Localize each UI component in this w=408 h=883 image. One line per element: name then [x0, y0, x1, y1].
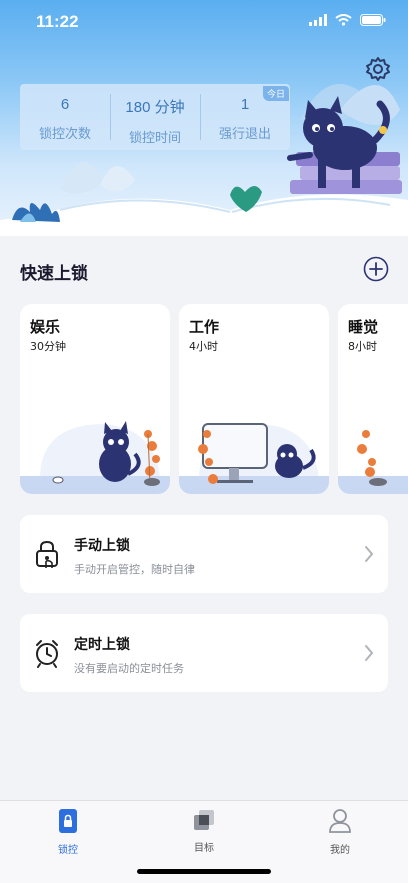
chevron-right-icon	[365, 645, 374, 661]
today-badge: 今日	[263, 86, 290, 101]
timed-lock-subtitle: 没有要启动的定时任务	[74, 662, 184, 675]
stat-label: 锁控时间	[128, 131, 181, 146]
quick-card-entertainment[interactable]: 娱乐 30分钟	[20, 304, 170, 494]
tab-profile[interactable]: 我的	[300, 809, 380, 856]
stat-label: 锁控次数	[38, 127, 91, 142]
card-duration: 30分钟	[30, 340, 66, 353]
card-title: 工作	[189, 318, 220, 336]
cat-work-illustration	[179, 423, 329, 494]
battery-icon	[360, 14, 386, 26]
header-banner: 11:22 6 锁控次数 180 分钟 锁控时间 1 强行退出 今日	[0, 0, 408, 236]
user-icon	[329, 809, 351, 833]
settings-gear-icon[interactable]	[364, 55, 392, 83]
padlock-hand-icon	[36, 540, 58, 568]
stat-lock-time: 180 分钟 锁控时间	[110, 84, 200, 150]
stat-value: 180 分钟	[125, 99, 185, 116]
tab-label: 锁控	[58, 845, 78, 856]
quick-card-work[interactable]: 工作 4小时	[179, 304, 329, 494]
stat-lock-count: 6 锁控次数	[20, 84, 110, 150]
wifi-icon	[335, 14, 352, 26]
status-time: 11:22	[36, 12, 79, 31]
tab-label: 目标	[194, 843, 214, 854]
stat-value: 6	[60, 96, 70, 113]
add-circle-icon[interactable]	[363, 256, 389, 282]
card-title: 娱乐	[30, 318, 61, 336]
lock-phone-icon	[59, 809, 77, 833]
signal-icon	[309, 14, 327, 26]
cat-play-illustration	[20, 421, 170, 494]
quick-card-sleep[interactable]: 睡觉 8小时	[338, 304, 408, 494]
sleep-illustration	[338, 430, 408, 494]
card-duration: 8小时	[348, 340, 377, 353]
timed-lock-title: 定时上锁	[74, 637, 130, 653]
alarm-clock-icon	[36, 640, 58, 668]
quick-lock-title: 快速上锁	[20, 264, 88, 284]
target-icon	[194, 810, 214, 830]
manual-lock-subtitle: 手动开启管控，随时自律	[74, 563, 195, 576]
tab-lock[interactable]: 锁控	[28, 809, 108, 856]
manual-lock-row[interactable]: 手动上锁 手动开启管控，随时自律	[20, 515, 388, 593]
home-indicator	[137, 869, 271, 874]
stat-label: 强行退出	[218, 127, 271, 142]
card-duration: 4小时	[189, 340, 218, 353]
manual-lock-title: 手动上锁	[74, 538, 130, 554]
tab-label: 我的	[330, 845, 350, 856]
card-title: 睡觉	[348, 318, 379, 336]
timed-lock-row[interactable]: 定时上锁 没有要启动的定时任务	[20, 614, 388, 692]
tab-target[interactable]: 目标	[164, 809, 244, 854]
chevron-right-icon	[365, 546, 374, 562]
stats-panel: 6 锁控次数 180 分钟 锁控时间 1 强行退出	[20, 84, 290, 150]
status-bar: 11:22	[0, 0, 408, 44]
